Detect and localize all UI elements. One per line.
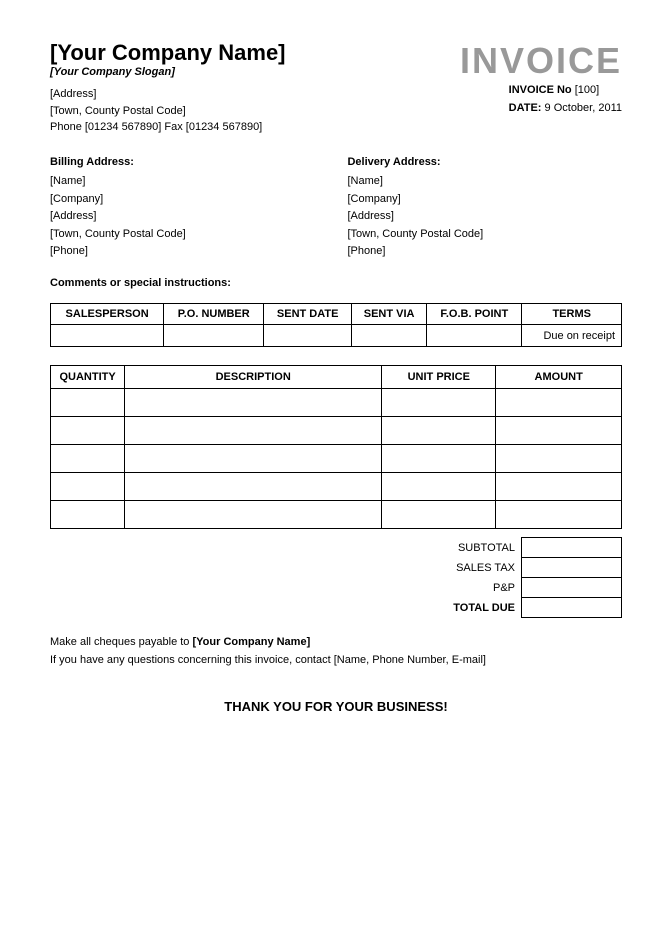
footer-notes: Make all cheques payable to [Your Compan…	[50, 634, 622, 669]
amount-cell	[496, 501, 622, 529]
items-table: QUANTITY DESCRIPTION UNIT PRICE AMOUNT	[50, 365, 622, 529]
totals-section: SUBTOTAL SALES TAX P&P TOTAL DUE	[50, 537, 622, 618]
amount-cell	[496, 445, 622, 473]
header-right: INVOICE INVOICE No [100] DATE: 9 October…	[460, 40, 622, 117]
desc-cell	[125, 473, 382, 501]
date-label: DATE:	[509, 102, 542, 114]
qty-cell	[51, 417, 125, 445]
table-row	[51, 501, 622, 529]
header: [Your Company Name] [Your Company Slogan…	[50, 40, 622, 136]
cheques-text-prefix: Make all cheques payable to	[50, 636, 192, 648]
invoice-meta: INVOICE No [100] DATE: 9 October, 2011	[509, 82, 622, 117]
company-address: [Address] [Town, County Postal Code] Pho…	[50, 86, 460, 136]
delivery-address-title: Delivery Address:	[347, 154, 622, 172]
total-due-row: TOTAL DUE	[282, 598, 622, 618]
terms-header: TERMS	[522, 304, 622, 325]
sales-tax-label: SALES TAX	[282, 558, 522, 578]
company-slogan: [Your Company Slogan]	[50, 66, 460, 78]
sales-tax-value	[522, 558, 622, 578]
invoice-date: DATE: 9 October, 2011	[509, 100, 622, 118]
delivery-name: [Name]	[347, 173, 622, 191]
amount-header: AMOUNT	[496, 366, 622, 389]
delivery-phone: [Phone]	[347, 243, 622, 261]
unit-price-cell	[382, 501, 496, 529]
unit-price-cell	[382, 417, 496, 445]
amount-cell	[496, 473, 622, 501]
table-row	[51, 445, 622, 473]
header-left: [Your Company Name] [Your Company Slogan…	[50, 40, 460, 136]
cheques-bold: [Your Company Name]	[192, 636, 310, 648]
subtotal-row: SUBTOTAL	[282, 538, 622, 558]
salesperson-header: SALESPERSON	[51, 304, 164, 325]
invoice-number: INVOICE No [100]	[509, 82, 622, 100]
qty-cell	[51, 473, 125, 501]
table-row	[51, 417, 622, 445]
salesperson-table: SALESPERSON P.O. NUMBER SENT DATE SENT V…	[50, 303, 622, 347]
address-line1: [Address]	[50, 86, 460, 103]
sales-tax-row: SALES TAX	[282, 558, 622, 578]
delivery-address: Delivery Address: [Name] [Company] [Addr…	[347, 154, 622, 262]
comments-label: Comments or special instructions:	[50, 277, 231, 289]
billing-address-line: [Address]	[50, 208, 325, 226]
billing-town: [Town, County Postal Code]	[50, 226, 325, 244]
sent-via-value	[352, 325, 427, 347]
cheques-line: Make all cheques payable to [Your Compan…	[50, 634, 622, 652]
table-row	[51, 473, 622, 501]
total-due-label: TOTAL DUE	[282, 598, 522, 618]
comments-section: Comments or special instructions:	[50, 275, 622, 289]
delivery-town: [Town, County Postal Code]	[347, 226, 622, 244]
address-line2: [Town, County Postal Code]	[50, 103, 460, 120]
total-due-value	[522, 598, 622, 618]
unit-price-cell	[382, 389, 496, 417]
billing-name: [Name]	[50, 173, 325, 191]
terms-value: Due on receipt	[522, 325, 622, 347]
date-value: 9 October, 2011	[545, 102, 622, 114]
table-row	[51, 389, 622, 417]
desc-cell	[125, 501, 382, 529]
questions-line: If you have any questions concerning thi…	[50, 652, 622, 670]
delivery-address-line: [Address]	[347, 208, 622, 226]
unit-price-cell	[382, 473, 496, 501]
billing-company: [Company]	[50, 191, 325, 209]
thank-you: THANK YOU FOR YOUR BUSINESS!	[50, 699, 622, 714]
company-name: [Your Company Name]	[50, 40, 460, 66]
amount-cell	[496, 389, 622, 417]
invoice-page: [Your Company Name] [Your Company Slogan…	[0, 0, 672, 951]
totals-table: SUBTOTAL SALES TAX P&P TOTAL DUE	[282, 537, 622, 618]
subtotal-label: SUBTOTAL	[282, 538, 522, 558]
unit-price-cell	[382, 445, 496, 473]
salesperson-value	[51, 325, 164, 347]
unit-price-header: UNIT PRICE	[382, 366, 496, 389]
address-line3: Phone [01234 567890] Fax [01234 567890]	[50, 119, 460, 136]
invoice-title: INVOICE	[460, 40, 622, 82]
qty-cell	[51, 501, 125, 529]
qty-header: QUANTITY	[51, 366, 125, 389]
po-number-value	[164, 325, 264, 347]
sent-via-header: SENT VIA	[352, 304, 427, 325]
sent-date-value	[264, 325, 352, 347]
billing-address-title: Billing Address:	[50, 154, 325, 172]
desc-cell	[125, 417, 382, 445]
pnp-label: P&P	[282, 578, 522, 598]
desc-cell	[125, 445, 382, 473]
subtotal-value	[522, 538, 622, 558]
fob-point-value	[427, 325, 522, 347]
sent-date-header: SENT DATE	[264, 304, 352, 325]
delivery-company: [Company]	[347, 191, 622, 209]
invoice-no-value: [100]	[575, 84, 599, 96]
desc-cell	[125, 389, 382, 417]
billing-address: Billing Address: [Name] [Company] [Addre…	[50, 154, 325, 262]
pnp-row: P&P	[282, 578, 622, 598]
pnp-value	[522, 578, 622, 598]
description-header: DESCRIPTION	[125, 366, 382, 389]
po-number-header: P.O. NUMBER	[164, 304, 264, 325]
qty-cell	[51, 389, 125, 417]
qty-cell	[51, 445, 125, 473]
amount-cell	[496, 417, 622, 445]
addresses-section: Billing Address: [Name] [Company] [Addre…	[50, 154, 622, 262]
billing-phone: [Phone]	[50, 243, 325, 261]
fob-point-header: F.O.B. POINT	[427, 304, 522, 325]
invoice-no-label: INVOICE No	[509, 84, 572, 96]
